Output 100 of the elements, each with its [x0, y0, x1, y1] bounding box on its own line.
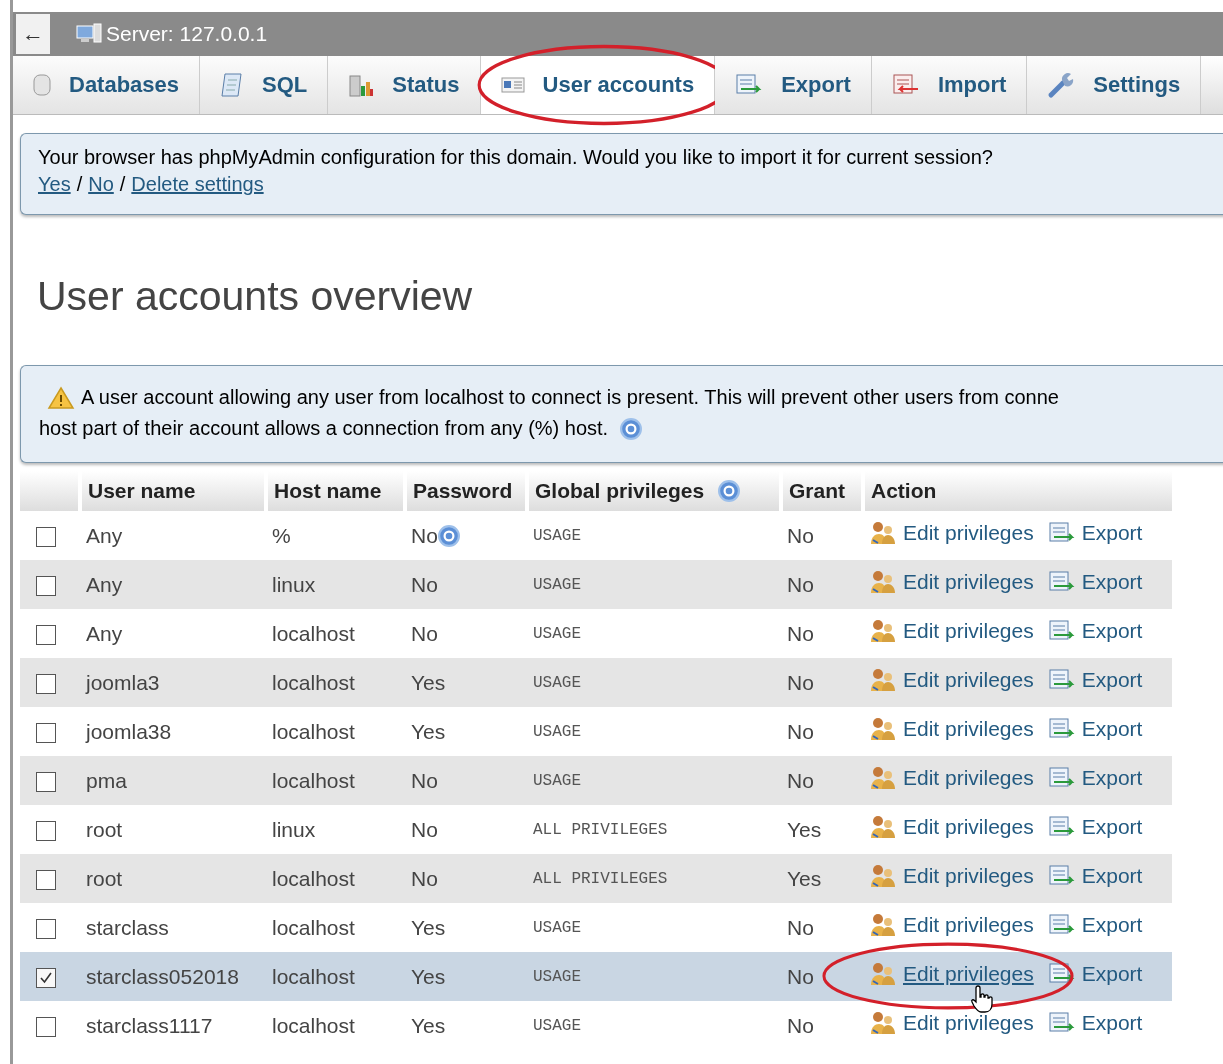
tab[interactable]: Import: [871, 56, 1028, 114]
warning-text: A user account allowing any user from localhost to connect is present. This will prevent other users from conne: [81, 386, 1059, 409]
export-link[interactable]: Export: [1047, 1011, 1143, 1035]
table-cell: localhost: [266, 952, 405, 1001]
edit-privileges-link[interactable]: Edit privileges: [869, 765, 1034, 791]
table-row[interactable]: joomla38 localhost Yes USAGE No Edit privileges Export: [20, 707, 1172, 756]
users-icon: [869, 765, 897, 791]
export-link[interactable]: Export: [1047, 815, 1143, 839]
row-checkbox[interactable]: [36, 918, 56, 939]
export-link[interactable]: Export: [1047, 668, 1143, 692]
table-cell: No: [781, 560, 863, 609]
help-icon[interactable]: [620, 417, 643, 440]
document-icon: [220, 72, 245, 98]
table-cell: root: [80, 854, 266, 903]
password-text: No: [411, 768, 438, 793]
table-row[interactable]: Any % No USAGE No Edit privileges Export: [20, 511, 1172, 560]
row-checkbox[interactable]: [36, 575, 56, 596]
table-cell: USAGE: [527, 952, 781, 1001]
edit-privileges-link[interactable]: Edit privileges: [869, 569, 1034, 595]
help-icon[interactable]: [718, 480, 741, 502]
tab[interactable]: Status: [328, 56, 481, 114]
export-link[interactable]: Export: [1047, 913, 1143, 937]
export-icon: [1047, 521, 1076, 545]
table-cell: No: [781, 1001, 863, 1050]
wrench-icon: [1047, 71, 1076, 99]
export-icon: [1047, 815, 1076, 839]
edit-privileges-link[interactable]: Edit privileges: [869, 863, 1034, 889]
export-link[interactable]: Export: [1047, 521, 1143, 545]
table-row[interactable]: root linux No ALL PRIVILEGES Yes Edit privileges Export: [20, 805, 1172, 854]
table-cell: No: [781, 903, 863, 952]
tab[interactable]: Settings: [1027, 56, 1202, 114]
row-checkbox[interactable]: [36, 624, 56, 645]
tab[interactable]: Export: [715, 56, 872, 114]
edit-privileges-link[interactable]: Edit privileges: [869, 716, 1034, 742]
export-icon: [735, 73, 764, 97]
notice-link[interactable]: Delete settings: [131, 173, 264, 196]
table-cell: joomla38: [80, 707, 266, 756]
row-checkbox[interactable]: [36, 771, 56, 792]
row-checkbox[interactable]: [36, 673, 56, 694]
export-icon: [1047, 962, 1076, 986]
table-cell: %: [266, 511, 405, 560]
table-cell: Any: [80, 511, 266, 560]
export-link[interactable]: Export: [1047, 864, 1143, 888]
table-row[interactable]: root localhost No ALL PRIVILEGES Yes Edit privileges Export: [20, 854, 1172, 903]
help-icon[interactable]: [437, 524, 460, 547]
row-checkbox[interactable]: [36, 526, 56, 547]
tab[interactable]: SQL: [200, 56, 329, 114]
password-text: Yes: [411, 670, 446, 695]
table-cell: starclass: [80, 903, 266, 952]
column-title: Action: [871, 479, 937, 503]
row-checkbox[interactable]: [36, 869, 56, 890]
column-title: Global privileges: [535, 479, 705, 503]
table-row[interactable]: starclass052018 localhost Yes USAGE No Edit privileges Export: [20, 952, 1172, 1001]
edit-privileges-link[interactable]: Edit privileges: [869, 520, 1034, 546]
back-button[interactable]: ←: [16, 14, 50, 54]
table-cell: linux: [266, 805, 405, 854]
password-text: Yes: [411, 915, 446, 940]
row-checkbox[interactable]: [36, 1016, 56, 1037]
users-icon: [869, 618, 897, 644]
export-link[interactable]: Export: [1047, 570, 1143, 594]
users-icon: [869, 716, 897, 742]
server-icon: [76, 22, 102, 46]
export-link[interactable]: Export: [1047, 717, 1143, 741]
users-icon: [869, 961, 897, 987]
table-cell: localhost: [266, 854, 405, 903]
row-checkbox[interactable]: [36, 967, 56, 988]
row-checkbox[interactable]: [36, 722, 56, 743]
edit-privileges-link[interactable]: Edit privileges: [869, 618, 1034, 644]
export-link[interactable]: Export: [1047, 619, 1143, 643]
column-title: User name: [88, 479, 196, 503]
edit-privileges-link[interactable]: Edit privileges: [869, 667, 1034, 693]
edit-privileges-link[interactable]: Edit privileges: [869, 814, 1034, 840]
users-icon: [869, 1010, 897, 1036]
tab[interactable]: Databases: [13, 56, 201, 114]
table-row[interactable]: starclass localhost Yes USAGE No Edit privileges Export: [20, 903, 1172, 952]
edit-privileges-link[interactable]: Edit privileges: [869, 912, 1034, 938]
table-cell: USAGE: [527, 1001, 781, 1050]
table-cell: pma: [80, 756, 266, 805]
notice-text: Your browser has phpMyAdmin configuration for this domain. Would you like to import it for current session?: [38, 146, 994, 169]
column-title: Grant: [789, 479, 845, 503]
export-icon: [1047, 570, 1076, 594]
notice-link[interactable]: Yes: [38, 173, 71, 196]
table-cell: No: [781, 658, 863, 707]
tab[interactable]: User accounts: [480, 56, 716, 114]
table-cell: Yes: [781, 854, 863, 903]
export-link[interactable]: Export: [1047, 766, 1143, 790]
notice-link[interactable]: No: [88, 173, 114, 196]
table-cell: No: [781, 707, 863, 756]
server-title: Server: 127.0.0.1: [106, 22, 268, 46]
users-icon: [869, 520, 897, 546]
table-row[interactable]: Any localhost No USAGE No Edit privileges Export: [20, 609, 1172, 658]
password-text: No: [411, 572, 438, 597]
export-icon: [1047, 668, 1076, 692]
row-checkbox[interactable]: [36, 820, 56, 841]
table-cell: linux: [266, 560, 405, 609]
column-title: Password: [413, 479, 513, 503]
table-cell: localhost: [266, 903, 405, 952]
edit-privileges-link[interactable]: Edit privileges: [869, 1010, 1034, 1036]
table-cell: localhost: [266, 756, 405, 805]
export-link[interactable]: Export: [1047, 962, 1143, 986]
